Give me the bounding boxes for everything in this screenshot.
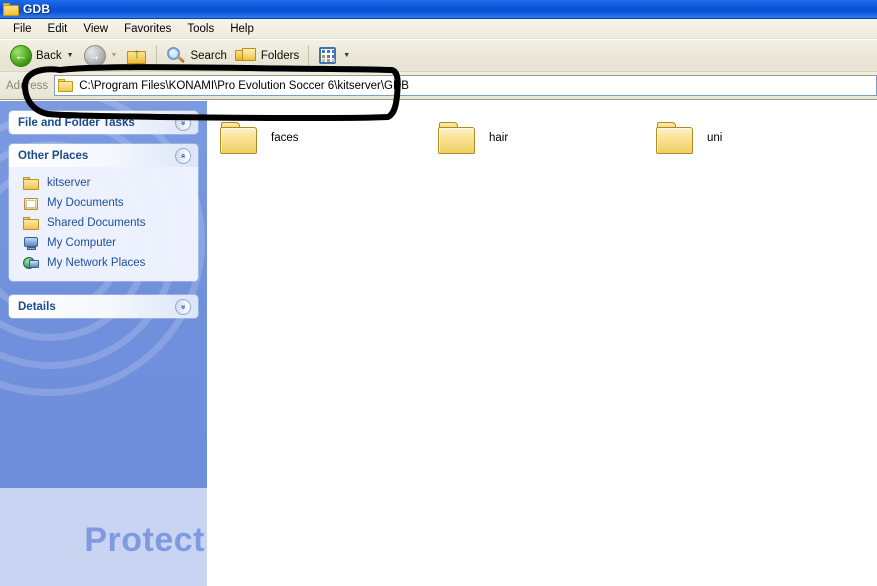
search-button[interactable]: Search xyxy=(162,43,230,69)
my-documents-icon xyxy=(23,196,40,211)
folder-icon xyxy=(58,79,74,92)
list-item-label: hair xyxy=(489,132,509,144)
folder-icon xyxy=(655,119,699,157)
address-label: Address xyxy=(6,79,49,92)
menu-item-tools[interactable]: Tools xyxy=(179,21,222,37)
my-network-places-icon xyxy=(23,256,40,271)
sidebar-item-shared-documents[interactable]: Shared Documents xyxy=(9,213,198,233)
folder-icon xyxy=(23,176,40,191)
menu-item-view[interactable]: View xyxy=(75,21,116,37)
folder-icon xyxy=(23,216,40,231)
forward-dropdown-caret-icon[interactable]: ▼ xyxy=(111,52,118,59)
back-arrow-icon: ← xyxy=(10,44,32,67)
folders-label: Folders xyxy=(260,49,300,62)
views-icon xyxy=(318,46,338,65)
up-one-level-icon: ↑ xyxy=(127,46,147,64)
folders-icon xyxy=(234,47,257,64)
panel-title: File and Folder Tasks xyxy=(18,116,135,129)
views-dropdown-caret-icon[interactable]: ▼ xyxy=(343,52,350,59)
forward-button[interactable]: → ▼ xyxy=(80,43,124,69)
search-label: Search xyxy=(190,49,227,62)
menu-item-help[interactable]: Help xyxy=(222,21,262,37)
panel-title: Other Places xyxy=(18,149,89,162)
sidebar-watermark-band: Protect xyxy=(0,488,207,586)
sidebar-item-my-documents[interactable]: My Documents xyxy=(9,193,198,213)
watermark-text: Protect xyxy=(84,521,205,559)
menu-bar: File Edit View Favorites Tools Help xyxy=(0,19,877,39)
sidebar-item-label: My Computer xyxy=(47,237,117,249)
panel-details: Details » xyxy=(9,295,198,318)
back-label: Back xyxy=(36,49,62,62)
sidebar: File and Folder Tasks » Other Places « k… xyxy=(0,101,207,586)
address-bar: Address C:\Program Files\KONAMI\Pro Evol… xyxy=(0,72,877,100)
list-item[interactable]: faces xyxy=(207,111,425,165)
chevron-up-icon[interactable]: « xyxy=(175,147,191,164)
toolbar-separator xyxy=(156,44,158,67)
folder-icon xyxy=(219,119,263,157)
file-list: faces hair uni xyxy=(207,111,877,165)
sidebar-item-my-computer[interactable]: My Computer xyxy=(9,233,198,253)
chevron-down-icon[interactable]: » xyxy=(175,298,191,315)
list-item[interactable]: hair xyxy=(425,111,643,165)
panel-header[interactable]: Other Places « xyxy=(9,144,198,167)
folder-icon xyxy=(3,2,19,16)
back-button[interactable]: ← Back ▼ xyxy=(6,43,80,69)
explorer-window: GDB File Edit View Favorites Tools Help … xyxy=(0,0,877,586)
menu-item-edit[interactable]: Edit xyxy=(40,21,76,37)
sidebar-item-label: My Documents xyxy=(47,197,124,209)
title-bar: GDB xyxy=(0,0,877,19)
sidebar-item-kitserver[interactable]: kitserver xyxy=(9,173,198,193)
address-value: C:\Program Files\KONAMI\Pro Evolution So… xyxy=(79,79,409,92)
folder-icon xyxy=(437,119,481,157)
search-icon xyxy=(166,46,186,66)
back-dropdown-caret-icon[interactable]: ▼ xyxy=(67,52,74,59)
chevron-down-icon[interactable]: » xyxy=(175,114,191,131)
window-title: GDB xyxy=(23,2,51,16)
up-button[interactable]: ↑ xyxy=(123,43,151,69)
sidebar-item-label: kitserver xyxy=(47,177,91,189)
panel-header[interactable]: File and Folder Tasks » xyxy=(9,111,198,134)
toolbar: ← Back ▼ → ▼ ↑ Search Folders ▼ xyxy=(0,40,877,72)
address-input[interactable]: C:\Program Files\KONAMI\Pro Evolution So… xyxy=(54,75,877,96)
list-item-label: uni xyxy=(707,132,723,144)
file-list-view: faces hair uni xyxy=(207,101,877,586)
views-button[interactable]: ▼ xyxy=(314,43,356,69)
list-item[interactable]: uni xyxy=(643,111,861,165)
folders-button[interactable]: Folders xyxy=(231,43,303,69)
forward-arrow-icon: → xyxy=(83,44,106,67)
panel-other-places: Other Places « kitserver My Documents Sh… xyxy=(9,144,198,281)
toolbar-separator-2 xyxy=(308,44,310,67)
sidebar-item-label: Shared Documents xyxy=(47,217,146,229)
panel-body: kitserver My Documents Shared Documents xyxy=(9,167,198,281)
sidebar-item-label: My Network Places xyxy=(47,257,146,269)
panel-title: Details xyxy=(18,300,56,313)
menu-item-file[interactable]: File xyxy=(5,21,40,37)
panel-header[interactable]: Details » xyxy=(9,295,198,318)
my-computer-icon xyxy=(23,236,40,251)
panel-file-and-folder-tasks: File and Folder Tasks » xyxy=(9,111,198,134)
menu-item-favorites[interactable]: Favorites xyxy=(116,21,179,37)
sidebar-item-my-network-places[interactable]: My Network Places xyxy=(9,253,198,273)
list-item-label: faces xyxy=(271,132,299,144)
